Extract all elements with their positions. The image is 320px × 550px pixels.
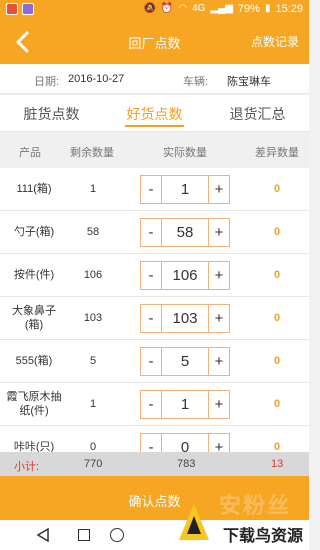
diff-qty: 0 — [273, 355, 281, 367]
remaining-qty: 5 — [89, 355, 97, 367]
watermark-faint-text: 安粉丝 — [218, 493, 291, 518]
remaining-qty: 58 — [86, 226, 100, 238]
nav-recent-icon[interactable] — [78, 529, 90, 541]
subtotal-actual: 783 — [177, 458, 196, 470]
diff-qty: 0 — [273, 312, 281, 324]
quantity-stepper: - 5 + — [140, 347, 230, 376]
subtotal-remaining: 770 — [84, 458, 103, 470]
table-row: 霞飞原木抽纸(件) 1 - 1 + 0 — [0, 383, 309, 426]
table-row: 555(箱) 5 - 5 + 0 — [0, 340, 309, 383]
diff-qty: 0 — [273, 398, 281, 410]
decrement-button[interactable]: - — [141, 176, 162, 203]
watermark-text: 下载鸟资源 — [222, 528, 303, 545]
actual-qty-input[interactable]: 103 — [162, 305, 208, 332]
column-product: 产品 — [19, 147, 41, 159]
increment-button[interactable]: + — [208, 219, 229, 246]
increment-button[interactable]: + — [208, 176, 229, 203]
nav-back-icon[interactable] — [36, 528, 50, 542]
quantity-stepper: - 1 + — [140, 390, 230, 419]
increment-button[interactable]: + — [208, 348, 229, 375]
remaining-qty: 1 — [89, 398, 97, 410]
status-bar: 🔕 ⏰ ◠ 4G ▂▄▆ 79% ▮ 15:29 — [0, 0, 309, 20]
table-row: 按件(件) 106 - 106 + 0 — [0, 254, 309, 297]
quantity-stepper: - 1 + — [140, 175, 230, 204]
actual-qty-input[interactable]: 0 — [162, 434, 208, 452]
decrement-button[interactable]: - — [141, 305, 162, 332]
actual-qty-input[interactable]: 1 — [162, 391, 208, 418]
network-type: 4G — [192, 3, 206, 14]
quantity-stepper: - 58 + — [140, 218, 230, 247]
subtotal-diff: 13 — [271, 458, 284, 470]
wifi-icon: ◠ — [178, 3, 188, 14]
actual-qty-input[interactable]: 1 — [162, 176, 208, 203]
car-label: 车辆: — [183, 76, 209, 88]
battery-percent: 79% — [237, 3, 260, 15]
info-bar: 日期: 2016-10-27 车辆: 陈宝琳车 — [0, 64, 309, 94]
increment-button[interactable]: + — [208, 262, 229, 289]
notification-app-icon — [6, 3, 18, 15]
remaining-qty: 103 — [83, 312, 103, 324]
clock: 15:29 — [275, 3, 303, 15]
count-records-button[interactable]: 点数记录 — [251, 33, 299, 50]
mute-icon: 🔕 — [143, 3, 156, 14]
product-name: 霞飞原木抽纸(件) — [6, 391, 62, 417]
subtotal-bar: 小计: 770 783 13 — [0, 452, 309, 476]
tab-good-count[interactable]: 好货点数 — [103, 95, 206, 131]
product-name: 勺子(箱) — [13, 226, 55, 238]
product-name: 按件(件) — [13, 269, 55, 281]
product-list[interactable]: 111(箱) 1 - 1 + 0 勺子(箱) 58 - 58 + 0 按件(件)… — [0, 168, 309, 452]
table-header: 产品 剩余数量 实际数量 差异数量 — [0, 133, 309, 168]
decrement-button[interactable]: - — [141, 391, 162, 418]
remaining-qty: 106 — [83, 269, 103, 281]
remaining-qty: 0 — [89, 441, 97, 452]
alarm-icon: ⏰ — [160, 3, 174, 14]
diff-qty: 0 — [273, 226, 281, 238]
product-name: 大象鼻子(箱) — [12, 305, 56, 331]
column-diff: 差异数量 — [255, 147, 299, 159]
column-remaining: 剩余数量 — [70, 147, 114, 159]
table-row: 111(箱) 1 - 1 + 0 — [0, 168, 309, 211]
date-value: 2016-10-27 — [68, 73, 125, 85]
actual-qty-input[interactable]: 58 — [162, 219, 208, 246]
tab-bar: 脏货点数 好货点数 退货汇总 — [0, 95, 309, 132]
diff-qty: 0 — [273, 183, 281, 195]
remaining-qty: 1 — [89, 183, 97, 195]
table-row: 大象鼻子(箱) 103 - 103 + 0 — [0, 297, 309, 340]
increment-button[interactable]: + — [208, 391, 229, 418]
table-row: 咔咔(只) 0 - 0 + 0 — [0, 426, 309, 452]
decrement-button[interactable]: - — [141, 348, 162, 375]
tab-return-summary[interactable]: 退货汇总 — [206, 95, 309, 131]
battery-icon: ▮ — [264, 3, 271, 14]
tab-dirty-count[interactable]: 脏货点数 — [0, 95, 103, 131]
car-value: 陈宝琳车 — [227, 76, 271, 88]
product-name: 咔咔(只) — [13, 441, 55, 452]
product-name: 111(箱) — [16, 183, 52, 195]
date-label: 日期: — [34, 76, 60, 88]
quantity-stepper: - 106 + — [140, 261, 230, 290]
subtotal-label: 小计: — [14, 461, 40, 473]
product-name: 555(箱) — [15, 355, 53, 367]
actual-qty-input[interactable]: 5 — [162, 348, 208, 375]
column-actual: 实际数量 — [163, 147, 207, 159]
watermark: 安粉丝 下载鸟资源 — [159, 482, 309, 550]
increment-button[interactable]: + — [208, 434, 229, 452]
decrement-button[interactable]: - — [141, 434, 162, 452]
decrement-button[interactable]: - — [141, 219, 162, 246]
actual-qty-input[interactable]: 106 — [162, 262, 208, 289]
quantity-stepper: - 103 + — [140, 304, 230, 333]
app-header: 回厂点数 点数记录 — [0, 20, 309, 64]
table-row: 勺子(箱) 58 - 58 + 0 — [0, 211, 309, 254]
watermark-logo-icon — [179, 504, 209, 540]
quantity-stepper: - 0 + — [140, 433, 230, 452]
notification-app-icon-2 — [22, 3, 34, 15]
diff-qty: 0 — [273, 441, 281, 452]
increment-button[interactable]: + — [208, 305, 229, 332]
decrement-button[interactable]: - — [141, 262, 162, 289]
nav-home-icon[interactable] — [110, 528, 124, 542]
diff-qty: 0 — [273, 269, 281, 281]
signal-icon: ▂▄▆ — [210, 3, 233, 14]
